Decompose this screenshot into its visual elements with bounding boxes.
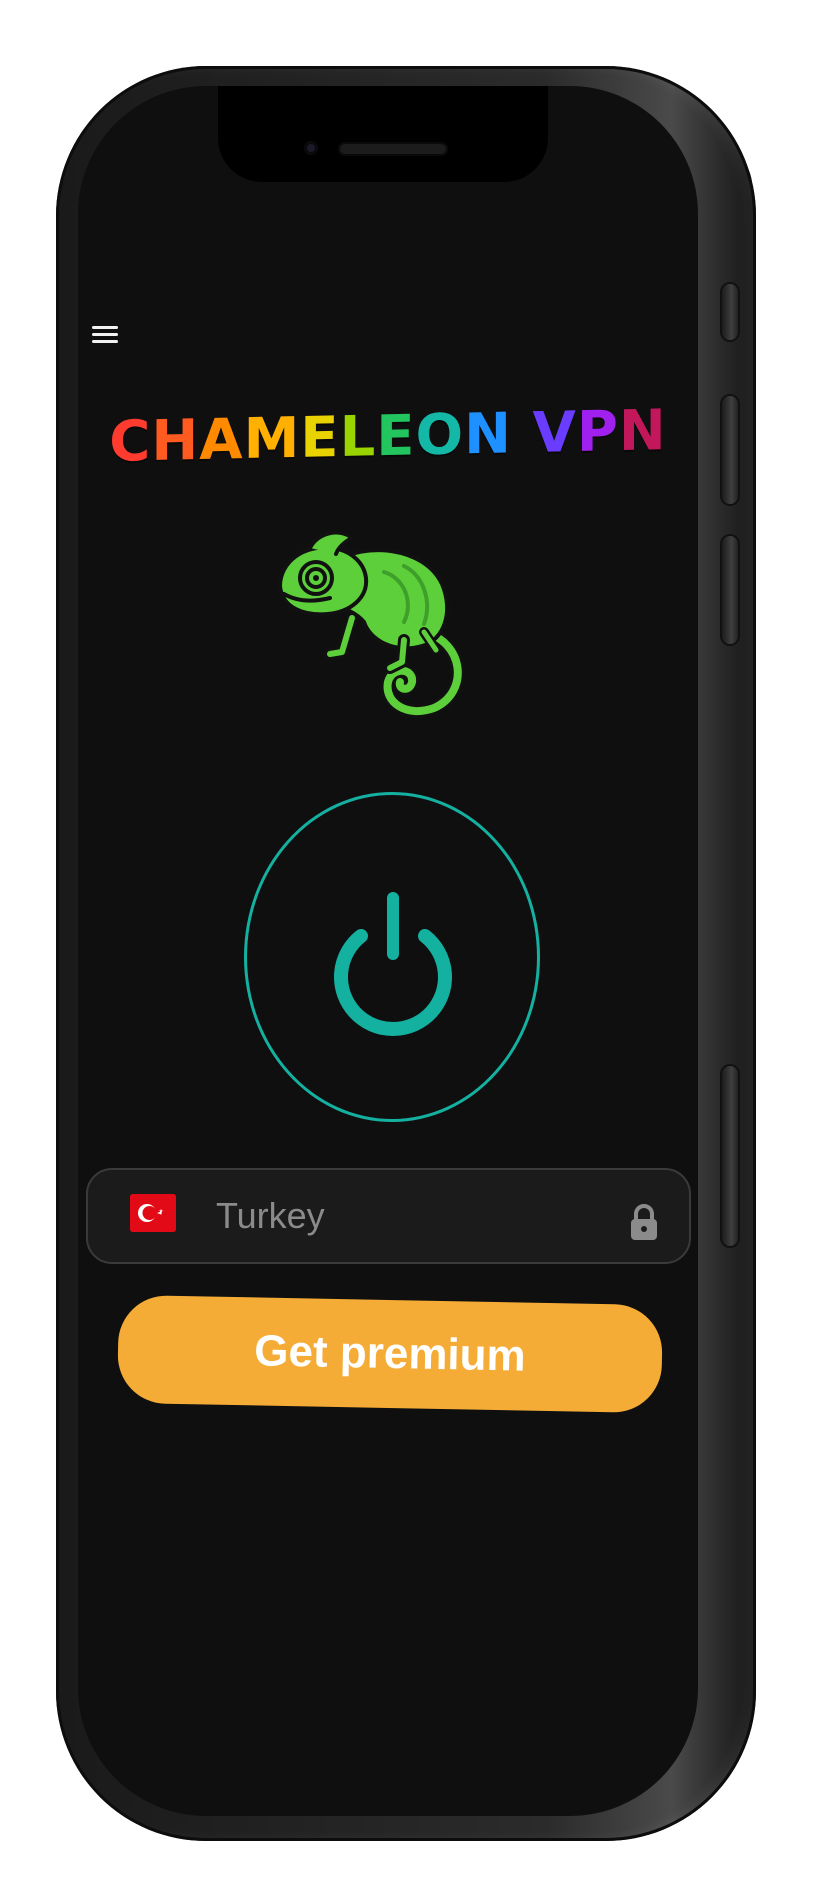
title-letter: P — [576, 399, 619, 466]
earpiece-speaker — [338, 142, 448, 156]
title-letter: E — [376, 403, 416, 470]
phone-screen: CHAMELEON VPN Turkey Get premium — [78, 86, 698, 1816]
chameleon-mascot-icon — [278, 530, 465, 719]
menu-line — [92, 333, 118, 336]
power-icon — [334, 892, 452, 1036]
get-premium-button[interactable]: Get premium — [117, 1294, 663, 1414]
title-letter: O — [415, 402, 465, 469]
title-letter: E — [300, 405, 340, 471]
volume-down-button — [722, 536, 738, 644]
lock-icon — [631, 1204, 657, 1240]
title-letter: A — [199, 407, 244, 473]
menu-line — [92, 340, 118, 343]
title-letter: N — [618, 398, 667, 465]
turkey-flag-icon — [130, 1194, 176, 1232]
title-letter: N — [464, 401, 512, 468]
menu-line — [92, 326, 118, 329]
title-letter — [512, 401, 533, 466]
mockup-stage: CHAMELEON VPN Turkey Get premium — [0, 0, 834, 1884]
power-side-button — [722, 1066, 738, 1246]
front-camera — [304, 141, 318, 155]
notch — [218, 86, 548, 182]
title-letter: V — [532, 400, 577, 466]
hamburger-menu-icon[interactable] — [92, 322, 122, 350]
title-letter: H — [151, 407, 200, 474]
app-title: CHAMELEON VPN — [78, 398, 698, 476]
title-letter: C — [109, 408, 152, 475]
silent-switch — [722, 284, 738, 340]
connect-power-button[interactable] — [244, 792, 540, 1122]
server-location-selector[interactable]: Turkey — [86, 1168, 691, 1264]
title-letter: M — [243, 405, 301, 473]
volume-up-button — [722, 396, 738, 504]
title-letter: L — [339, 404, 377, 471]
country-name: Turkey — [216, 1195, 325, 1236]
